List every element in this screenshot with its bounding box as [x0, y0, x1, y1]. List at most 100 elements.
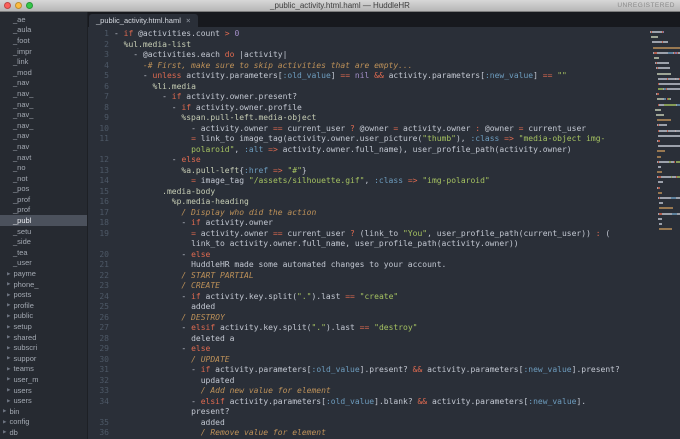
sidebar-item--setu[interactable]: _setu — [0, 226, 87, 237]
code-line-wrap[interactable]: link_to activity.owner.full_name, user_p… — [88, 239, 650, 250]
code-line[interactable]: 5- unless activity.parameters[:old_value… — [88, 71, 650, 82]
code-line[interactable]: 30/ UPDATE — [88, 355, 650, 366]
sidebar-item-suppor[interactable]: ▶suppor — [0, 353, 87, 364]
close-window-button[interactable] — [4, 2, 11, 9]
code-line[interactable]: 28deleted a — [88, 334, 650, 345]
line-number[interactable]: 5 — [88, 71, 114, 82]
code-line[interactable]: 11= link_to image_tag(activity.owner.use… — [88, 134, 650, 145]
sidebar-item-bin[interactable]: ▶bin — [0, 406, 87, 417]
line-number[interactable]: 26 — [88, 313, 114, 324]
folder-arrow-icon[interactable]: ▶ — [3, 419, 6, 425]
minimap[interactable] — [650, 27, 680, 439]
code-line[interactable]: 9%span.pull-left.media-object — [88, 113, 650, 124]
code-line[interactable]: 2%ul.media-list — [88, 40, 650, 51]
sidebar-item-users[interactable]: ▶users — [0, 385, 87, 396]
sidebar-item--navt[interactable]: _navt — [0, 152, 87, 163]
line-number[interactable]: 33 — [88, 386, 114, 397]
folder-arrow-icon[interactable]: ▶ — [7, 366, 10, 372]
code-line[interactable]: 34- elsif activity.parameters[:old_value… — [88, 397, 650, 408]
folder-arrow-icon[interactable]: ▶ — [3, 429, 6, 435]
line-number[interactable]: 21 — [88, 260, 114, 271]
line-number[interactable]: 20 — [88, 250, 114, 261]
sidebar-item--impr[interactable]: _impr — [0, 46, 87, 57]
sidebar-item--nav[interactable]: _nav — [0, 141, 87, 152]
line-number[interactable]: 17 — [88, 208, 114, 219]
code-line[interactable]: 31- if activity.parameters[:old_value].p… — [88, 365, 650, 376]
line-number[interactable] — [88, 407, 114, 418]
folder-arrow-icon[interactable]: ▶ — [7, 376, 10, 382]
sidebar-item-phone-[interactable]: ▶phone_ — [0, 279, 87, 290]
line-number[interactable] — [88, 145, 114, 156]
folder-arrow-icon[interactable]: ▶ — [7, 398, 10, 404]
sidebar-item-config[interactable]: ▶config — [0, 417, 87, 428]
code-line[interactable]: 33/ Add new value for element — [88, 386, 650, 397]
code-line[interactable]: 25added — [88, 302, 650, 313]
line-number[interactable]: 27 — [88, 323, 114, 334]
sidebar-item--nav-[interactable]: _nav_ — [0, 88, 87, 99]
line-number[interactable]: 14 — [88, 176, 114, 187]
line-number[interactable]: 12 — [88, 155, 114, 166]
line-number[interactable]: 10 — [88, 124, 114, 135]
line-number[interactable]: 23 — [88, 281, 114, 292]
code-line[interactable]: 10- activity.owner == current_user ? @ow… — [88, 124, 650, 135]
minimize-window-button[interactable] — [15, 2, 22, 9]
folder-arrow-icon[interactable]: ▶ — [7, 334, 10, 340]
line-number[interactable]: 6 — [88, 82, 114, 93]
code-editor[interactable]: 1- if @activities.count > 02%ul.media-li… — [88, 27, 650, 439]
line-number[interactable]: 34 — [88, 397, 114, 408]
folder-arrow-icon[interactable]: ▶ — [7, 345, 10, 351]
sidebar-item--aula[interactable]: _aula — [0, 25, 87, 36]
tab-close-icon[interactable]: × — [186, 17, 191, 25]
line-number[interactable]: 31 — [88, 365, 114, 376]
sidebar-item-subscri[interactable]: ▶subscri — [0, 342, 87, 353]
sidebar-item--nav-[interactable]: _nav_ — [0, 99, 87, 110]
code-line[interactable]: 4-# First, make sure to skip activities … — [88, 61, 650, 72]
code-line[interactable]: 14= image_tag "/assets/silhouette.gif", … — [88, 176, 650, 187]
line-number[interactable]: 11 — [88, 134, 114, 145]
code-line[interactable]: 3- @activities.each do |activity| — [88, 50, 650, 61]
line-number[interactable]: 8 — [88, 103, 114, 114]
sidebar-item-posts[interactable]: ▶posts — [0, 289, 87, 300]
code-line[interactable]: 13%a.pull-left{:href => "#"} — [88, 166, 650, 177]
code-line[interactable]: 29- else — [88, 344, 650, 355]
code-line[interactable]: 23/ CREATE — [88, 281, 650, 292]
code-line[interactable]: 36/ Remove value for element — [88, 428, 650, 439]
sidebar-item--user[interactable]: _user — [0, 258, 87, 269]
line-number[interactable]: 9 — [88, 113, 114, 124]
sidebar-item--tea[interactable]: _tea — [0, 247, 87, 258]
sidebar-item--side[interactable]: _side — [0, 236, 87, 247]
line-number[interactable]: 2 — [88, 40, 114, 51]
zoom-window-button[interactable] — [26, 2, 33, 9]
line-number[interactable]: 16 — [88, 197, 114, 208]
code-line[interactable]: 20- else — [88, 250, 650, 261]
tab-public-activity[interactable]: _public_activity.html.haml × — [89, 14, 198, 27]
sidebar-item--prof[interactable]: _prof — [0, 194, 87, 205]
code-line[interactable]: 17/ Display who did the action — [88, 208, 650, 219]
code-line[interactable]: 12- else — [88, 155, 650, 166]
code-line[interactable]: 32updated — [88, 376, 650, 387]
sidebar-item--link[interactable]: _link — [0, 56, 87, 67]
code-line[interactable]: 35added — [88, 418, 650, 429]
sidebar-item-profile[interactable]: ▶profile — [0, 300, 87, 311]
line-number[interactable]: 3 — [88, 50, 114, 61]
line-number[interactable]: 1 — [88, 29, 114, 40]
code-line-wrap[interactable]: polaroid", :alt => activity.owner.full_n… — [88, 145, 650, 156]
line-number[interactable] — [88, 239, 114, 250]
sidebar-item--mod[interactable]: _mod — [0, 67, 87, 78]
folder-arrow-icon[interactable]: ▶ — [7, 324, 10, 330]
code-line[interactable]: 24- if activity.key.split(".").last == "… — [88, 292, 650, 303]
code-line-wrap[interactable]: present? — [88, 407, 650, 418]
sidebar-item--not[interactable]: _not — [0, 173, 87, 184]
sidebar-item-teams[interactable]: ▶teams — [0, 364, 87, 375]
sidebar-item--pos[interactable]: _pos — [0, 184, 87, 195]
sidebar-item-setup[interactable]: ▶setup — [0, 321, 87, 332]
folder-arrow-icon[interactable]: ▶ — [7, 281, 10, 287]
window-titlebar[interactable]: _public_activity.html.haml — HuddleHR UN… — [0, 0, 680, 12]
sidebar-item--no[interactable]: _no — [0, 162, 87, 173]
sidebar-item--nav[interactable]: _nav — [0, 78, 87, 89]
code-line[interactable]: 19= activity.owner == current_user ? (li… — [88, 229, 650, 240]
code-line[interactable]: 18- if activity.owner — [88, 218, 650, 229]
code-line[interactable]: 6%li.media — [88, 82, 650, 93]
sidebar-item--nav-[interactable]: _nav_ — [0, 120, 87, 131]
sidebar-item-db[interactable]: ▶db — [0, 427, 87, 438]
